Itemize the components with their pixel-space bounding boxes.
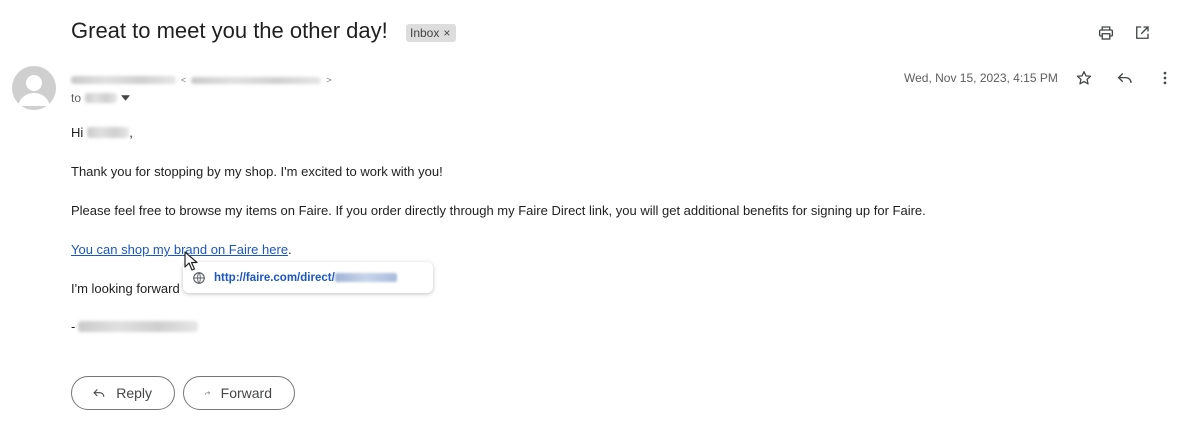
- globe-icon: [193, 271, 205, 284]
- open-in-new-window-icon: [1136, 26, 1149, 39]
- sender-line: < >: [71, 73, 332, 87]
- open-in-new-window-button[interactable]: [1130, 21, 1154, 45]
- inbox-label-text: Inbox: [410, 26, 440, 40]
- forward-icon: [204, 391, 211, 395]
- signoff-line: -: [71, 319, 199, 334]
- email-subject: Great to meet you the other day!: [71, 18, 388, 43]
- mouse-pointer-icon: [184, 251, 198, 271]
- reply-icon: [93, 389, 105, 397]
- signoff-prefix: -: [71, 319, 76, 334]
- signoff-name-redacted: [78, 321, 199, 332]
- sender-email-close-bracket: >: [326, 75, 332, 85]
- sender-email-open-bracket: <: [181, 75, 187, 85]
- recipient-name-redacted: [87, 127, 130, 138]
- recipient-redacted: [85, 93, 118, 103]
- greeting-suffix: ,: [129, 125, 133, 140]
- reply-icon: [1117, 73, 1132, 83]
- more-options-button[interactable]: [1153, 66, 1177, 90]
- sender-name-redacted[interactable]: [71, 76, 176, 84]
- body-line-2: Please feel free to browse my items on F…: [71, 203, 926, 218]
- tooltip-url[interactable]: http://faire.com/direct/: [214, 272, 335, 284]
- default-avatar-icon: [18, 75, 50, 106]
- body-line-1: Thank you for stopping by my shop. I'm e…: [71, 164, 443, 179]
- remove-label-button[interactable]: ×: [443, 24, 450, 42]
- greeting-line: Hi ,: [71, 125, 133, 140]
- sender-avatar[interactable]: [12, 66, 56, 110]
- print-icon: [1098, 26, 1114, 40]
- reply-button[interactable]: Reply: [71, 376, 175, 410]
- forward-button[interactable]: Forward: [183, 376, 295, 410]
- link-preview-tooltip: http://faire.com/direct/: [183, 262, 433, 293]
- star-icon: [1076, 70, 1092, 85]
- recipient-line[interactable]: to: [71, 91, 131, 105]
- reply-icon-button[interactable]: [1113, 66, 1137, 90]
- greeting-prefix: Hi: [71, 125, 84, 140]
- faire-shop-link[interactable]: You can shop my brand on Faire here: [71, 242, 288, 257]
- reply-label: Reply: [116, 385, 152, 401]
- to-prefix: to: [71, 91, 82, 105]
- email-date: Wed, Nov 15, 2023, 4:15 PM: [904, 71, 1058, 85]
- more-vert-icon: [1163, 71, 1167, 85]
- star-button[interactable]: [1072, 66, 1096, 90]
- forward-label: Forward: [220, 385, 272, 401]
- chevron-down-icon[interactable]: [121, 95, 131, 101]
- print-button[interactable]: [1094, 21, 1118, 45]
- tooltip-url-redacted: [334, 273, 397, 282]
- inbox-label-badge: Inbox ×: [406, 24, 457, 42]
- sender-email-redacted: [191, 76, 322, 84]
- body-line-3: I'm looking forward: [71, 281, 180, 296]
- link-line: You can shop my brand on Faire here.: [71, 242, 292, 257]
- link-suffix: .: [288, 242, 292, 257]
